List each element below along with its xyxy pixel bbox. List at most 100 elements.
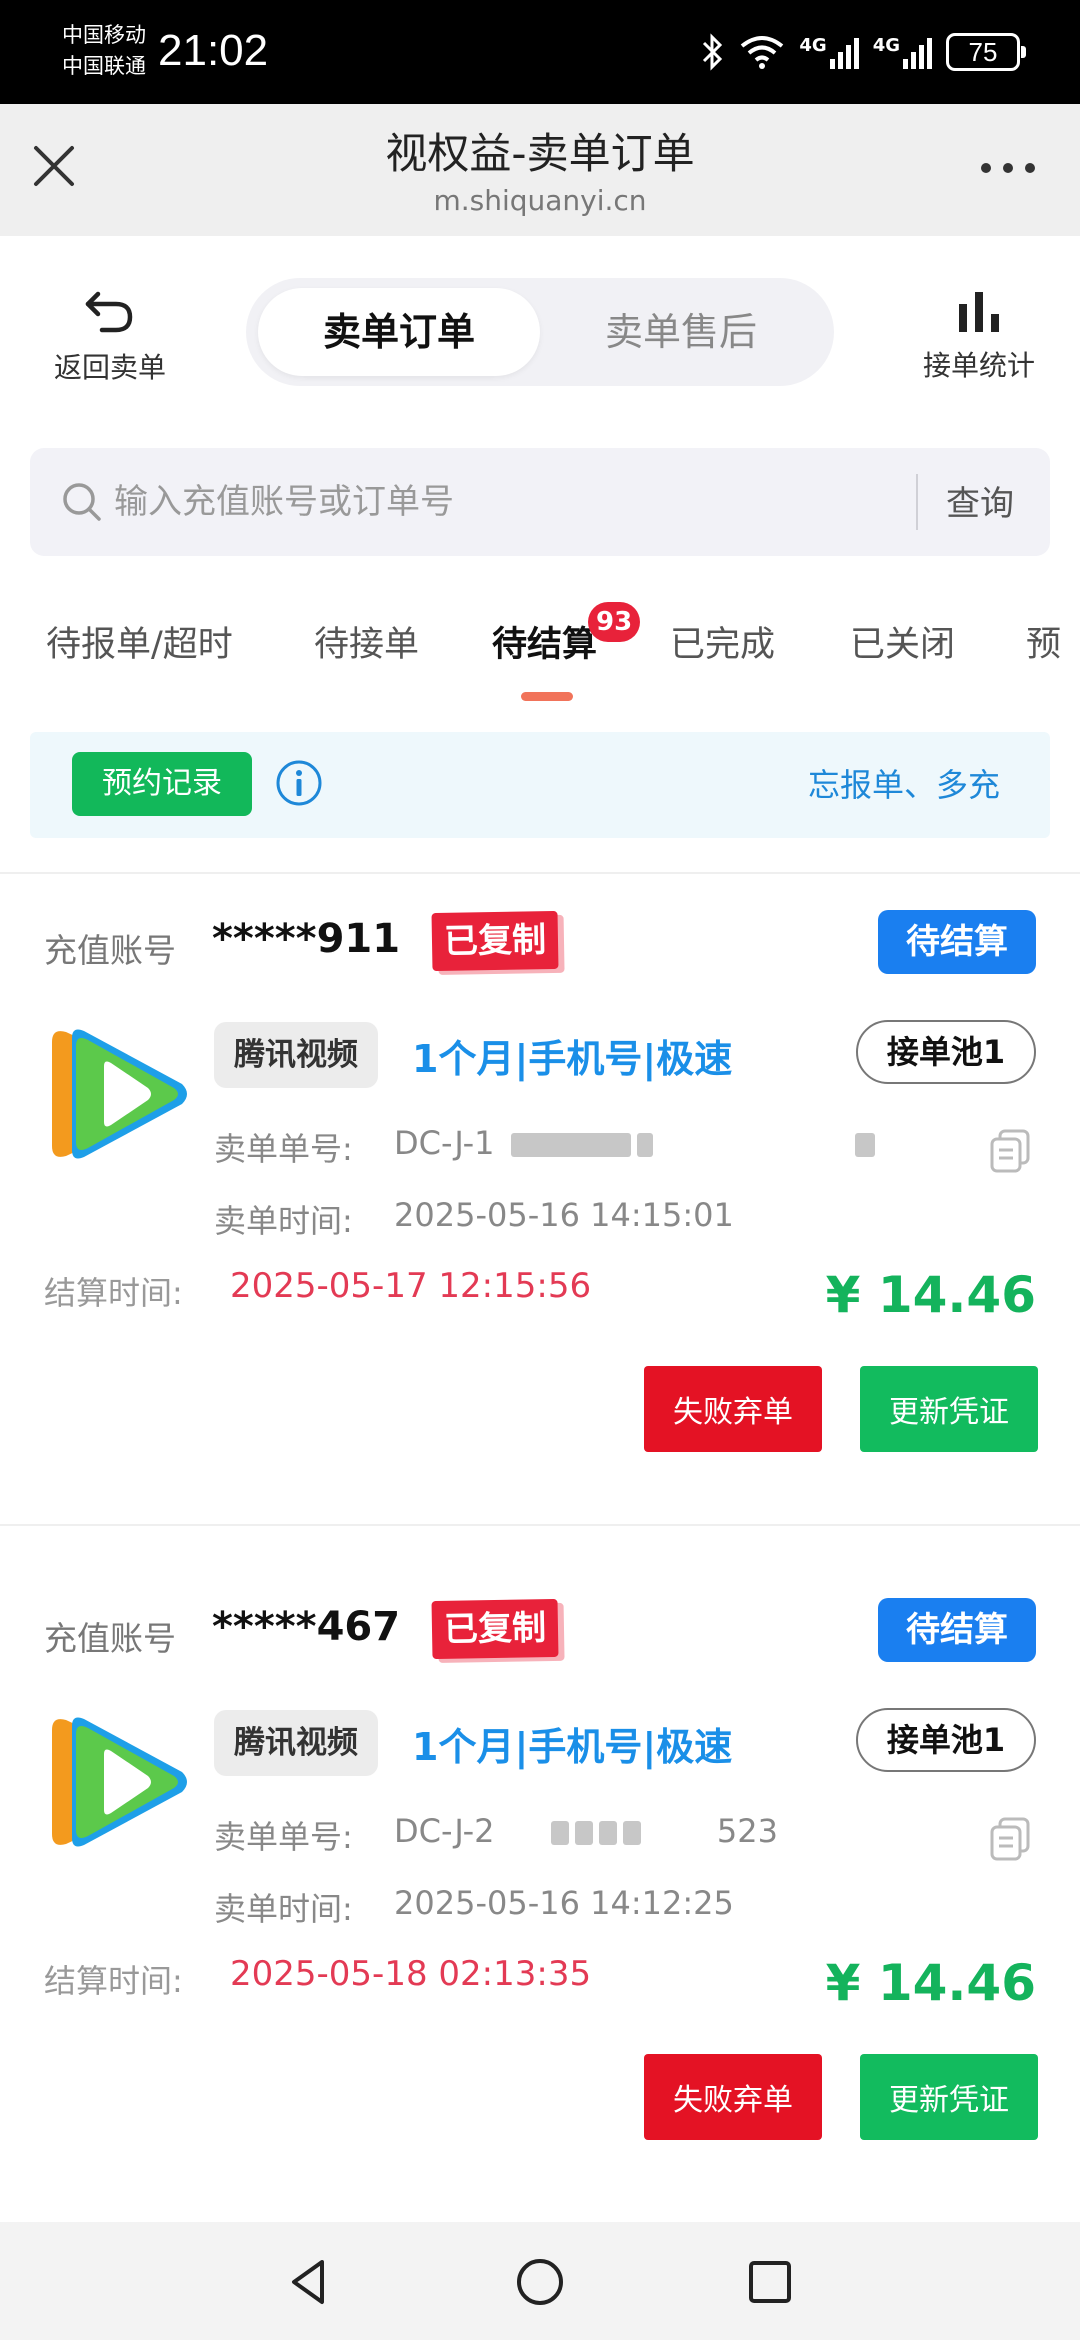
network-type-2: 4G xyxy=(872,35,900,56)
order-number-value[interactable]: DC-J-1 xyxy=(394,1124,875,1162)
redacted-block xyxy=(598,1821,617,1845)
account-label: 充值账号 xyxy=(44,931,176,970)
order-number-tail: 523 xyxy=(716,1812,778,1850)
pool-badge: 接单池1 xyxy=(856,1708,1036,1772)
update-voucher-button[interactable]: 更新凭证 xyxy=(860,2054,1038,2140)
settle-time-label: 结算时间: xyxy=(44,1962,183,2000)
status-badge: 待结算 xyxy=(878,910,1036,974)
reservation-records-button[interactable]: 预约记录 xyxy=(72,752,252,816)
divider xyxy=(0,1524,1080,1526)
signal-1: 4G xyxy=(799,35,859,69)
active-tab-indicator xyxy=(521,692,573,701)
system-nav-bar xyxy=(0,2222,1080,2340)
tab-pending-report[interactable]: 待报单/超时 xyxy=(46,616,233,667)
signal-bars-icon xyxy=(829,35,859,69)
undo-arrow-icon xyxy=(85,291,133,333)
product-name: 1个月|手机号|极速 xyxy=(412,1725,733,1769)
platform-tag: 腾讯视频 xyxy=(214,1710,378,1776)
tencent-video-logo-icon xyxy=(52,1029,187,1159)
tab-pending-settle[interactable]: 待结算 93 xyxy=(492,602,641,667)
redacted-block xyxy=(510,1133,631,1157)
tab-sell-orders[interactable]: 卖单订单 xyxy=(258,288,540,376)
page-title: 视权益-卖单订单 xyxy=(385,129,695,178)
redacted-block xyxy=(854,1133,875,1157)
tab-completed[interactable]: 已完成 xyxy=(670,616,775,667)
redacted-block xyxy=(550,1821,569,1845)
bar-chart-icon xyxy=(959,292,999,332)
fail-abandon-button[interactable]: 失败弃单 xyxy=(644,1366,822,1452)
search-divider xyxy=(916,474,918,530)
tab-sell-aftersales[interactable]: 卖单售后 xyxy=(540,288,822,376)
redacted-gap xyxy=(511,1821,545,1845)
carrier-1: 中国移动 xyxy=(62,23,146,47)
info-icon[interactable] xyxy=(274,758,324,808)
segment-control: 卖单订单 卖单售后 xyxy=(246,278,834,386)
recents-square-icon[interactable] xyxy=(740,2252,800,2312)
pool-badge: 接单池1 xyxy=(856,1020,1036,1084)
redacted-gap xyxy=(659,1133,849,1157)
search-button[interactable]: 查询 xyxy=(946,476,1014,525)
order-time-value: 2025-05-16 14:12:25 xyxy=(394,1884,734,1922)
count-badge: 93 xyxy=(588,602,641,642)
carrier-2: 中国联通 xyxy=(62,54,146,78)
order-card: 充值账号 *****467 已复制 待结算 腾讯视频 1个月|手机号|极速 接单… xyxy=(0,1560,1080,2220)
home-circle-icon[interactable] xyxy=(510,2252,570,2312)
order-stats-button[interactable]: 接单统计 xyxy=(914,288,1044,384)
order-time-label: 卖单时间: xyxy=(214,1890,353,1928)
account-value[interactable]: *****911 xyxy=(212,916,400,962)
tab-pending-accept[interactable]: 待接单 xyxy=(314,616,419,667)
back-to-sell-button[interactable]: 返回卖单 xyxy=(40,288,180,386)
settle-time-value: 2025-05-18 02:13:35 xyxy=(230,1954,592,1994)
update-voucher-button[interactable]: 更新凭证 xyxy=(860,1366,1038,1452)
settle-time-value: 2025-05-17 12:15:56 xyxy=(230,1266,592,1306)
price-value: ¥ 14.46 xyxy=(825,1266,1036,1324)
bluetooth-icon xyxy=(703,33,723,71)
settle-time-label: 结算时间: xyxy=(44,1274,183,1312)
order-number-prefix: DC-J-2 xyxy=(394,1812,495,1850)
copy-icon[interactable] xyxy=(988,1816,1032,1862)
wifi-icon xyxy=(741,36,784,69)
more-dots-icon[interactable] xyxy=(978,160,1038,176)
signal-2: 4G xyxy=(873,35,932,69)
order-card: 充值账号 *****911 已复制 待结算 腾讯视频 1个月|手机号|极速 接单… xyxy=(0,872,1080,1532)
search-bar: 查询 xyxy=(30,448,1050,556)
redacted-block xyxy=(574,1821,593,1845)
network-type-1: 4G xyxy=(799,35,827,56)
fail-abandon-button[interactable]: 失败弃单 xyxy=(644,2054,822,2140)
order-time-label: 卖单时间: xyxy=(214,1202,353,1240)
redacted-block xyxy=(636,1133,653,1157)
tab-closed[interactable]: 已关闭 xyxy=(850,616,955,667)
status-time: 21:02 xyxy=(158,26,269,75)
order-number-value[interactable]: DC-J-2 523 xyxy=(394,1812,778,1850)
tab-more[interactable]: 预 xyxy=(1026,616,1061,667)
order-number-prefix: DC-J-1 xyxy=(394,1124,495,1162)
copied-stamp: 已复制 xyxy=(431,910,559,972)
product-name: 1个月|手机号|极速 xyxy=(412,1037,733,1081)
order-number-label: 卖单单号: xyxy=(214,1818,353,1856)
status-bar: 中国移动 中国联通 21:02 4G 4G 75 xyxy=(0,0,1080,104)
redacted-gap xyxy=(647,1821,707,1845)
copy-icon[interactable] xyxy=(988,1128,1032,1174)
tab-pending-settle-label: 待结算 xyxy=(492,625,598,665)
back-triangle-icon[interactable] xyxy=(280,2252,340,2312)
account-label: 充值账号 xyxy=(44,1619,176,1658)
notice-bar: 预约记录 忘报单、多充 xyxy=(30,732,1050,838)
signal-bars-icon xyxy=(903,35,932,69)
order-number-label: 卖单单号: xyxy=(214,1130,353,1168)
carrier-names: 中国移动 中国联通 xyxy=(62,20,146,82)
price-value: ¥ 14.46 xyxy=(825,1954,1036,2012)
battery-indicator: 75 xyxy=(946,33,1026,71)
search-input[interactable] xyxy=(114,474,914,530)
page-url: m.shiquanyi.cn xyxy=(433,184,647,217)
copied-stamp: 已复制 xyxy=(431,1598,559,1660)
search-icon xyxy=(63,483,101,521)
status-tabs: 待报单/超时 待接单 待结算 93 已完成 已关闭 预 xyxy=(0,596,1080,706)
back-to-sell-label: 返回卖单 xyxy=(53,351,166,384)
status-icons: 4G 4G 75 xyxy=(701,28,1026,76)
tencent-video-logo-icon xyxy=(52,1717,187,1847)
order-time-value: 2025-05-16 14:15:01 xyxy=(394,1196,734,1234)
browser-title-bar: 视权益-卖单订单 m.shiquanyi.cn xyxy=(0,104,1080,236)
order-stats-label: 接单统计 xyxy=(922,349,1035,382)
platform-tag: 腾讯视频 xyxy=(214,1022,378,1088)
account-value[interactable]: *****467 xyxy=(212,1604,400,1650)
